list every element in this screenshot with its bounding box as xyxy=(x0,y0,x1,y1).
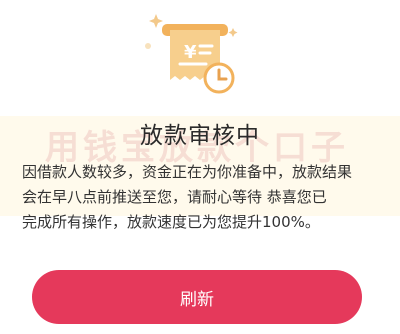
loan-review-dialog: ¥ 用钱宝放款个口子 放款审核中 因借款人数较多，资金正在为你准备中，放款结果 … xyxy=(0,0,400,334)
refresh-button[interactable]: 刷新 xyxy=(32,270,362,324)
receipt-clock-icon: ¥ xyxy=(140,6,250,98)
dialog-title: 放款审核中 xyxy=(140,123,260,149)
dialog-message: 因借款人数较多，资金正在为你准备中，放款结果 会在早八点前推送至您，请耐心等待 … xyxy=(22,163,353,231)
svg-text:¥: ¥ xyxy=(184,42,197,63)
